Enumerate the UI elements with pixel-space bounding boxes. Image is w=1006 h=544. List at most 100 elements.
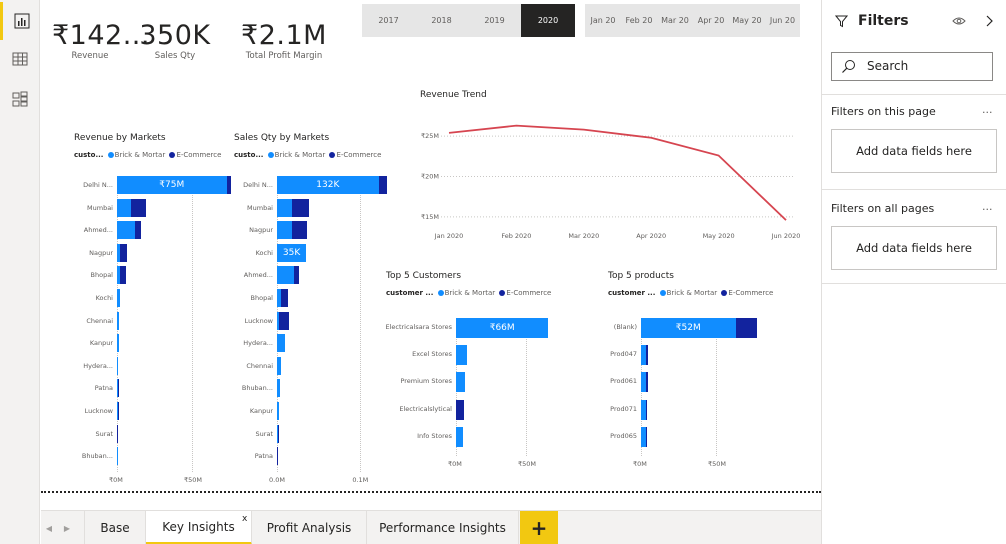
bar-brick-mortar[interactable] — [456, 426, 463, 447]
axis-tick-label: ₹0M — [633, 460, 647, 468]
tab-scroll-left-icon[interactable]: ◀ — [41, 511, 57, 544]
report-view-icon[interactable] — [0, 2, 40, 40]
tab-key-insights[interactable]: Key Insights — [146, 511, 252, 544]
bar-brick-mortar[interactable] — [117, 311, 120, 330]
bar-brick-mortar[interactable] — [117, 334, 119, 353]
bar-brick-mortar[interactable] — [277, 379, 280, 398]
y-tick-label: ₹25M — [421, 132, 439, 140]
x-tick-label: Jun 2020 — [771, 232, 801, 240]
tab-profit-analysis[interactable]: Profit Analysis — [252, 511, 367, 544]
bar-row[interactable]: (Blank) ₹52M — [568, 318, 791, 338]
category-label: Ahmed... — [243, 271, 273, 280]
bar-row[interactable]: Prod065 — [568, 426, 791, 447]
more-options-icon[interactable]: ... — [982, 103, 993, 116]
top5-products-chart[interactable]: ₹0M ₹50M (Blank) ₹52M Prod047 Prod061 Prod071 P… — [568, 318, 788, 473]
revenue-by-markets-chart[interactable]: ₹0M ₹50M Delhi N... ₹75M Mumbai Ahmed... Nagpu… — [40, 176, 231, 486]
tab-base[interactable]: Base — [84, 511, 146, 544]
bar-e-commerce[interactable] — [645, 426, 647, 447]
bar-brick-mortar[interactable] — [456, 345, 468, 366]
bar-e-commerce[interactable] — [735, 318, 757, 338]
legend-field: custo... — [234, 151, 264, 159]
bar-row[interactable]: Excel Stores — [380, 345, 596, 366]
year-option[interactable]: 2018 — [415, 4, 468, 37]
month-option[interactable]: Jan 20 — [585, 4, 621, 37]
legend-brick: Brick & Mortar — [444, 289, 496, 297]
bar-e-commerce[interactable] — [645, 345, 648, 366]
category-label: Delhi N... — [243, 181, 273, 189]
revenue-trend-chart[interactable]: ₹15M ₹20M ₹25M Jan 2020 Feb 2020 Mar 2020 Apr … — [405, 110, 805, 245]
bar-e-commerce[interactable] — [120, 266, 126, 285]
bar-brick-mortar[interactable] — [117, 198, 131, 217]
x-tick-label: Jan 2020 — [434, 232, 464, 240]
top5-customers-chart[interactable]: ₹0M ₹50M Electricalsara Stores ₹66M Excel St… — [380, 318, 580, 473]
add-fields-page-dropzone[interactable]: Add data fields here — [831, 129, 997, 173]
tab-scroll-right-icon[interactable]: ▶ — [57, 511, 77, 544]
tab-close-icon[interactable]: x — [242, 514, 247, 524]
bar-e-commerce[interactable] — [135, 221, 141, 240]
bar-e-commerce[interactable] — [278, 311, 290, 330]
model-view-icon[interactable] — [0, 80, 40, 118]
bar-brick-mortar[interactable] — [117, 356, 119, 375]
category-label: Excel Stores — [412, 350, 452, 359]
bar-row[interactable]: Kochi 35K — [200, 243, 427, 264]
year-option-selected[interactable]: 2020 — [521, 4, 575, 37]
bar-row[interactable]: Electricalsara Stores ₹66M — [380, 318, 596, 338]
revenue-by-markets-legend: custo... Brick & Mortar E-Commerce — [74, 151, 221, 159]
bar-brick-mortar[interactable] — [117, 221, 135, 240]
legend-field: custo... — [74, 151, 104, 159]
axis-tick-label: 0.1M — [352, 476, 369, 484]
month-option[interactable]: Jun 20 — [765, 4, 800, 37]
bar-row[interactable]: Delhi N... 132K — [200, 176, 427, 196]
bar-e-commerce[interactable] — [130, 198, 146, 217]
bar-e-commerce[interactable] — [645, 399, 647, 420]
month-option[interactable]: Feb 20 — [621, 4, 657, 37]
category-label: Hydera... — [243, 339, 273, 348]
bar-row[interactable]: Mumbai — [200, 198, 427, 219]
eye-icon[interactable] — [952, 16, 966, 26]
tab-performance-insights[interactable]: Performance Insights — [367, 511, 519, 544]
bar-e-commerce[interactable] — [456, 399, 465, 420]
sales-qty-by-markets-chart[interactable]: 0.0M 0.1M Delhi N... 132K Mumbai Nagpur Kochi 3… — [200, 176, 387, 486]
category-label: Surat — [95, 429, 113, 438]
revenue-trend-line[interactable] — [448, 124, 787, 221]
bar-row[interactable]: Info Stores — [380, 426, 596, 447]
bar-e-commerce[interactable] — [292, 198, 309, 217]
axis-tick-label: ₹0M — [109, 476, 123, 484]
bar-row[interactable]: Prod061 — [568, 372, 791, 393]
bar-brick-mortar[interactable] — [456, 372, 466, 393]
category-label: Info Stores — [417, 431, 452, 440]
year-option[interactable]: 2019 — [468, 4, 521, 37]
bar-row[interactable]: Premium Stores — [380, 372, 596, 393]
bar-brick-mortar[interactable] — [277, 334, 286, 353]
more-options-icon[interactable]: ... — [982, 200, 993, 213]
bar-e-commerce[interactable] — [378, 176, 387, 194]
bar-e-commerce[interactable] — [292, 221, 307, 240]
bar-brick-mortar[interactable] — [277, 356, 282, 375]
bar-brick-mortar[interactable] — [277, 266, 294, 285]
category-label: Patna — [94, 384, 113, 393]
month-option[interactable]: May 20 — [729, 4, 765, 37]
chevron-right-icon[interactable] — [984, 15, 994, 27]
bar-brick-mortar[interactable] — [117, 289, 120, 307]
legend-brick-marker — [267, 151, 274, 158]
bar-e-commerce[interactable] — [645, 372, 648, 393]
month-option[interactable]: Apr 20 — [693, 4, 729, 37]
bar-e-commerce[interactable] — [120, 243, 127, 262]
bar-brick-mortar[interactable] — [277, 198, 292, 217]
bar-row[interactable]: Prod071 — [568, 399, 791, 420]
data-view-icon[interactable] — [0, 40, 40, 78]
add-page-button[interactable]: + — [520, 511, 558, 544]
bar-row[interactable]: Nagpur — [200, 221, 427, 241]
year-option[interactable]: 2017 — [362, 4, 415, 37]
bar-e-commerce[interactable] — [281, 289, 288, 307]
month-option[interactable]: Mar 20 — [657, 4, 693, 37]
bar-brick-mortar[interactable] — [277, 402, 279, 420]
bar-brick-mortar[interactable] — [277, 221, 292, 240]
bar-e-commerce[interactable] — [293, 266, 300, 285]
bar-e-commerce[interactable] — [117, 379, 119, 398]
category-label: Prod047 — [610, 350, 637, 359]
category-label: Kanpur — [89, 339, 113, 348]
bar-row[interactable]: Prod047 — [568, 345, 791, 366]
add-fields-all-dropzone[interactable]: Add data fields here — [831, 226, 997, 270]
bar-row[interactable]: Electricalslytical — [380, 399, 596, 420]
